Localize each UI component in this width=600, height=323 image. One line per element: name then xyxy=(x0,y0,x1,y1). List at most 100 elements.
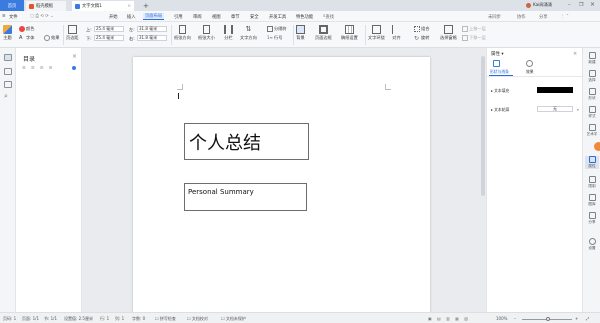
zoom-slider-handle[interactable] xyxy=(546,317,550,321)
rotate-button[interactable]: ↻ 旋转 xyxy=(414,35,429,42)
bottom-margin-input[interactable]: 25.4 毫米 xyxy=(94,35,124,41)
status-row[interactable]: 行: 1 xyxy=(100,316,109,322)
tab-templates[interactable]: 稻壳模板 xyxy=(26,1,66,11)
menu-file[interactable]: 文件 xyxy=(9,13,18,20)
fill-color-swatch[interactable] xyxy=(537,87,573,93)
left-margin-input[interactable]: 31.8 毫米 xyxy=(137,26,167,32)
wrap-text-button[interactable]: 文字环绕 xyxy=(368,25,385,41)
more-icons[interactable]: ⋮ ⌃ xyxy=(560,13,569,20)
subtitle-textbox[interactable]: Personal Summary xyxy=(184,183,307,211)
sidebar-item-style[interactable]: 样式 xyxy=(585,106,599,119)
effects-button[interactable]: 效果 xyxy=(44,35,59,41)
right-margin-input[interactable]: 31.8 毫米 xyxy=(137,35,167,41)
menu-developer[interactable]: 开发工具 xyxy=(269,13,286,20)
hamburger-icon[interactable]: ≡ xyxy=(2,13,6,20)
user-name[interactable]: Kai闻涌涌 xyxy=(533,2,552,8)
text-direction-button[interactable]: ⇅ 文字方向 xyxy=(240,25,257,41)
tab-document[interactable]: 文字文稿1 × xyxy=(72,1,134,11)
close-tab-icon[interactable]: × xyxy=(127,4,131,9)
menu-chapter[interactable]: 章节 xyxy=(231,13,240,20)
menu-references[interactable]: 引用 xyxy=(174,13,183,20)
search-box[interactable]: ⌕ 查找 xyxy=(323,13,334,20)
sidebar-item-select[interactable]: 选择 xyxy=(585,70,599,83)
margins-button[interactable]: 页边距 xyxy=(66,25,79,41)
sidebar-item-settings[interactable]: 设置 xyxy=(585,238,599,251)
line-numbers-button[interactable]: 1≡ 行号 xyxy=(267,35,282,41)
share-button[interactable]: 分享 xyxy=(539,13,548,20)
sidebar-item-properties[interactable]: 属性 xyxy=(585,156,599,169)
orientation-button[interactable]: 纸张方向 xyxy=(174,25,191,41)
background-button[interactable]: 背景 xyxy=(296,25,305,41)
theme-button[interactable]: 主题 xyxy=(3,25,12,41)
bookmark-icon[interactable] xyxy=(4,68,12,75)
view-mode-icons[interactable]: ▣ ▤ ▥ ▦ ▧ xyxy=(428,316,470,321)
minimize-icon[interactable]: – xyxy=(568,2,571,8)
send-backward-button[interactable]: 下移一层 xyxy=(462,35,486,41)
menu-page-layout[interactable]: 页面布局 xyxy=(143,13,165,20)
menu-insert[interactable]: 插入 xyxy=(127,13,136,20)
avatar[interactable] xyxy=(526,3,531,8)
sidebar-item-limit[interactable]: 限制 xyxy=(585,176,599,189)
document-page[interactable]: 个人总结 Personal Summary xyxy=(133,57,430,313)
sidebar-item-shape[interactable]: 形状 xyxy=(585,88,599,101)
properties-header[interactable]: 属性 ▾ xyxy=(491,51,504,57)
sidebar-item-gallery[interactable]: 图库 xyxy=(585,194,599,207)
thumbnail-icon[interactable] xyxy=(4,81,12,88)
menu-review[interactable]: 审阅 xyxy=(193,13,202,20)
status-section[interactable]: 节: 1/1 xyxy=(44,316,57,322)
bring-forward-button[interactable]: 上移一层 xyxy=(462,26,486,32)
size-button[interactable]: 纸张大小 xyxy=(198,25,215,41)
status-doc-unprotected[interactable]: ☐ 文档未保护 xyxy=(221,316,246,322)
status-setting[interactable]: 设置值: 2.5厘米 xyxy=(64,316,93,322)
tab-effects[interactable]: 效果 xyxy=(526,69,534,75)
menu-home[interactable]: 开始 xyxy=(109,13,118,20)
page-border-button[interactable]: 页面边框 xyxy=(315,25,332,41)
title-textbox[interactable]: 个人总结 xyxy=(184,123,309,160)
colors-button[interactable]: 颜色 xyxy=(19,26,34,32)
quick-access-icons[interactable]: ▢ ⎙ ⟲ ⟳ ⌄ xyxy=(30,13,54,20)
draft-settings-button[interactable]: 稿纸设置 xyxy=(341,25,358,41)
restore-icon[interactable]: ❐ xyxy=(579,2,583,8)
sidebar-item-share[interactable]: 分享 xyxy=(585,212,599,225)
outline-tools-icons[interactable]: ☰ ☰ ☰ ☰ xyxy=(22,65,54,70)
zoom-in-icon[interactable]: + xyxy=(575,316,578,321)
align-button[interactable]: 对齐 xyxy=(392,25,401,41)
group-button[interactable]: 组合 xyxy=(414,26,429,32)
menu-view[interactable]: 视图 xyxy=(212,13,221,20)
zoom-level[interactable]: 100% xyxy=(496,316,507,321)
margin-corner xyxy=(385,84,391,90)
sidebar-item-wordart[interactable]: 艺术字 xyxy=(585,124,599,137)
close-icon[interactable]: × xyxy=(590,1,595,8)
sidebar-item-new[interactable]: 新建 xyxy=(585,52,599,65)
select-pane-button[interactable]: 选择窗格 xyxy=(440,25,457,41)
status-doc-proof[interactable]: ☐ 文档校对 xyxy=(187,316,208,322)
zoom-out-icon[interactable]: – xyxy=(514,316,516,321)
vertical-scrollbar[interactable] xyxy=(481,56,485,308)
fill-label[interactable]: ▸ 文本填充 xyxy=(491,88,509,94)
tab-home[interactable]: 首页 xyxy=(0,0,24,11)
scroll-thumb[interactable] xyxy=(481,56,485,196)
panel-close-icon[interactable]: × xyxy=(573,51,577,57)
top-margin-input[interactable]: 25.4 毫米 xyxy=(94,26,124,32)
status-pages[interactable]: 页面: 1/1 xyxy=(22,316,39,322)
status-column[interactable]: 列: 1 xyxy=(115,316,124,322)
menu-special[interactable]: 特色功能 xyxy=(296,13,313,20)
outline-toggle-dot[interactable] xyxy=(72,66,76,70)
status-page-number[interactable]: 页码: 1 xyxy=(3,316,16,322)
notification-icon[interactable] xyxy=(594,142,600,151)
outline-toggle-icon[interactable] xyxy=(4,54,12,61)
status-spell-check[interactable]: ☐ 拼写检查 xyxy=(155,316,176,322)
menu-security[interactable]: 安全 xyxy=(250,13,259,20)
outline-label[interactable]: ▸ 文本轮廓 xyxy=(491,107,509,113)
collaborate-button[interactable]: 协作 xyxy=(517,13,526,20)
breaks-button[interactable]: 分隔符 xyxy=(267,26,287,32)
sync-status[interactable]: 未同步 xyxy=(488,13,501,20)
new-tab-button[interactable]: + xyxy=(140,1,150,11)
search-icon[interactable]: ⌕ xyxy=(4,92,8,101)
outline-select[interactable]: 无 xyxy=(537,106,573,112)
status-word-count[interactable]: 字数: 0 xyxy=(132,316,145,322)
fonts-button[interactable]: A 字体 xyxy=(19,35,34,41)
fit-page-icon[interactable]: ⤢ xyxy=(586,316,589,321)
close-outline-icon[interactable]: × xyxy=(72,53,77,60)
columns-button[interactable]: 分栏 xyxy=(224,25,233,41)
